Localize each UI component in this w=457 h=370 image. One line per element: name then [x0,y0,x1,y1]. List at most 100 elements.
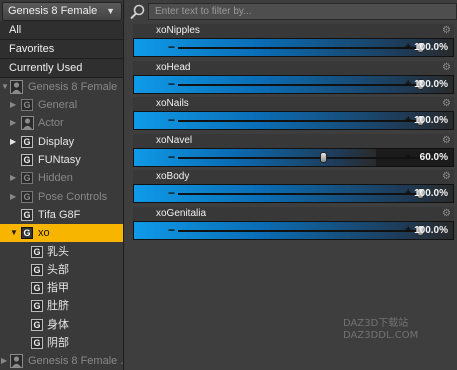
slider-track[interactable] [178,120,420,122]
group-icon: G [31,246,43,258]
increment-icon[interactable]: + [405,40,411,54]
slider-bar[interactable]: − +60.0% [133,148,454,167]
group-icon: G [31,282,43,294]
tree-item[interactable]: G 乳头 [0,243,123,261]
tree-item-label: Genesis 8 Female [28,81,118,93]
slider-value[interactable]: 60.0% [420,149,448,166]
figure-select-dropdown[interactable]: Genesis 8 Female ▼ [2,2,122,21]
increment-icon[interactable]: + [405,223,411,237]
parameters-panel: xoNipples⚙−+100.0%xoHead⚙−+100.0%xoNails… [125,0,457,370]
slider-bar[interactable]: − +100.0% [133,75,454,94]
gear-icon[interactable]: ⚙ [442,25,451,37]
tree-item-label: 阴部 [47,337,69,349]
tree-item-label: Genesis 8 Female ... [28,355,124,367]
group-icon: G [21,99,33,111]
tree-item-label: xo [38,227,50,239]
increment-icon[interactable]: + [405,113,411,127]
tree-item-label: Tifa G8F [38,209,81,221]
tree-item[interactable]: ▼ Genesis 8 Female [0,78,123,96]
slider-handle[interactable] [320,152,328,163]
category-favorites[interactable]: Favorites [0,40,123,59]
tree-item[interactable]: ▶ G Pose Controls [0,188,123,206]
tree-item[interactable]: ▶ G Display [0,133,123,151]
slider-label: xoHead [156,62,191,73]
group-icon: G [31,264,43,276]
decrement-icon[interactable]: − [168,150,175,164]
figure-select-value: Genesis 8 Female [8,5,98,17]
decrement-icon[interactable]: − [168,223,175,237]
slider-track[interactable] [178,157,420,159]
slider-bar[interactable]: − +100.0% [133,184,454,203]
increment-icon[interactable]: + [405,186,411,200]
category-currently-used[interactable]: Currently Used [0,59,123,78]
increment-icon[interactable]: + [405,150,411,164]
slider-track[interactable] [178,193,420,195]
morph-slider[interactable]: xoNavel ⚙ − +60.0% [133,134,454,168]
expand-arrow-icon[interactable]: ▶ [10,169,16,187]
slider-value[interactable]: 100.0% [414,39,448,56]
expand-arrow-icon[interactable]: ▶ [10,114,16,132]
expand-arrow-icon[interactable]: ▶ [10,188,16,206]
group-icon: G [21,154,33,166]
slider-bar[interactable]: − +100.0% [133,38,454,57]
figure-icon [10,354,23,368]
slider-bar[interactable]: − +100.0% [133,111,454,130]
watermark-line: DAZ3D下载站 [343,318,409,329]
decrement-icon[interactable]: − [168,186,175,200]
tree-item-label: 头部 [47,264,69,276]
slider-label: xoGenitalia [156,208,207,219]
tree-item[interactable]: G 指甲 [0,279,123,297]
tree-item-label: General [38,99,78,111]
slider-value[interactable]: 100.0% [414,112,448,129]
expand-arrow-icon[interactable]: ▶ [10,96,16,114]
tree-item[interactable]: ▶ G General [0,96,123,114]
morph-slider[interactable]: xoNipples ⚙ − +100.0% [133,24,454,58]
decrement-icon[interactable]: − [168,40,175,54]
tree-item[interactable]: ▶ G Hidden [0,169,123,187]
collapse-arrow-icon[interactable]: ▼ [1,78,9,96]
morph-slider[interactable]: xoHead ⚙ − +100.0% [133,61,454,95]
morph-slider[interactable]: xoGenitalia ⚙ − +100.0% [133,207,454,241]
group-icon: G [31,300,43,312]
tree-item[interactable]: ▶ Genesis 8 Female ... [0,352,124,370]
slider-header: xoHead ⚙ [133,61,454,75]
slider-label: xoBody [156,171,190,182]
slider-track[interactable] [178,47,420,49]
tree-item[interactable]: ▶ Actor [0,114,123,132]
tree-item[interactable]: G 头部 [0,261,123,279]
group-icon: G [31,319,43,331]
tree-item[interactable]: G 阴部 [0,334,123,352]
gear-icon[interactable]: ⚙ [442,208,451,220]
slider-track[interactable] [178,230,420,232]
slider-value[interactable]: 100.0% [414,185,448,202]
slider-value[interactable]: 100.0% [414,222,448,239]
tree-item-label: 肚脐 [47,300,69,312]
category-all[interactable]: All [0,21,123,40]
filter-input[interactable] [148,3,457,20]
tree-item-label: 乳头 [47,246,69,258]
gear-icon[interactable]: ⚙ [442,62,451,74]
tree-item-label: Pose Controls [38,191,108,203]
gear-icon[interactable]: ⚙ [442,98,451,110]
morph-slider[interactable]: xoBody ⚙ − +100.0% [133,170,454,204]
slider-value[interactable]: 100.0% [414,76,448,93]
tree-item[interactable]: ▼ Gxo [0,224,123,242]
slider-header: xoNails ⚙ [133,97,454,111]
expand-arrow-icon[interactable]: ▶ [10,133,16,151]
decrement-icon[interactable]: − [168,77,175,91]
search-icon[interactable] [127,3,147,21]
tree-item[interactable]: G Tifa G8F [0,206,123,224]
group-icon: G [21,172,33,184]
morph-slider[interactable]: xoNails ⚙ − +100.0% [133,97,454,131]
gear-icon[interactable]: ⚙ [442,135,451,147]
tree-item[interactable]: G 身体 [0,316,123,334]
decrement-icon[interactable]: − [168,113,175,127]
gear-icon[interactable]: ⚙ [442,171,451,183]
tree-item[interactable]: G 肚脐 [0,297,123,315]
slider-track[interactable] [178,84,420,86]
increment-icon[interactable]: + [405,77,411,91]
tree-item[interactable]: G FUNtasy [0,151,123,169]
collapse-arrow-icon[interactable]: ▼ [10,224,18,242]
expand-arrow-icon[interactable]: ▶ [1,352,7,370]
slider-bar[interactable]: − +100.0% [133,221,454,240]
